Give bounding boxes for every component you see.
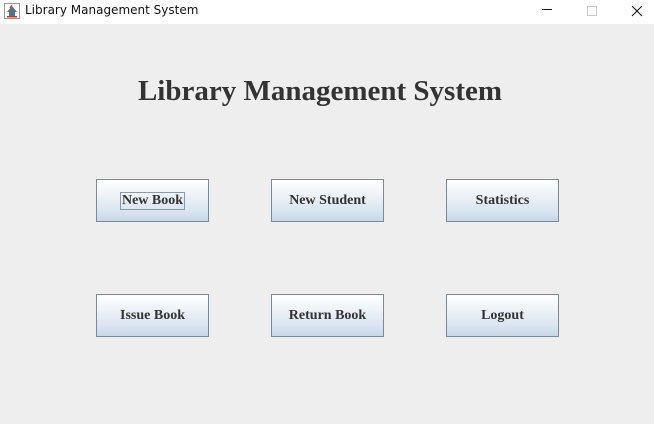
close-icon (631, 6, 643, 17)
window-title: Library Management System (25, 3, 199, 17)
minimize-icon (542, 9, 552, 10)
logout-label: Logout (481, 307, 524, 323)
maximize-button[interactable] (569, 0, 615, 24)
app-window: Library Management System Library Manage… (0, 0, 654, 424)
java-cup-icon (4, 3, 20, 19)
return-book-button[interactable]: Return Book (271, 294, 384, 337)
statistics-button[interactable]: Statistics (446, 179, 559, 222)
maximize-icon (587, 6, 597, 16)
minimize-button[interactable] (524, 0, 570, 24)
new-student-label: New Student (289, 192, 366, 208)
logout-button[interactable]: Logout (446, 294, 559, 337)
issue-book-button[interactable]: Issue Book (96, 294, 209, 337)
return-book-label: Return Book (288, 307, 367, 323)
title-bar[interactable]: Library Management System (0, 0, 654, 24)
statistics-label: Statistics (475, 192, 530, 208)
new-book-button[interactable]: New Book (96, 179, 209, 222)
new-student-button[interactable]: New Student (271, 179, 384, 222)
new-book-label: New Book (119, 191, 186, 210)
close-button[interactable] (614, 0, 654, 24)
issue-book-label: Issue Book (120, 307, 185, 323)
page-title: Library Management System (137, 75, 503, 107)
